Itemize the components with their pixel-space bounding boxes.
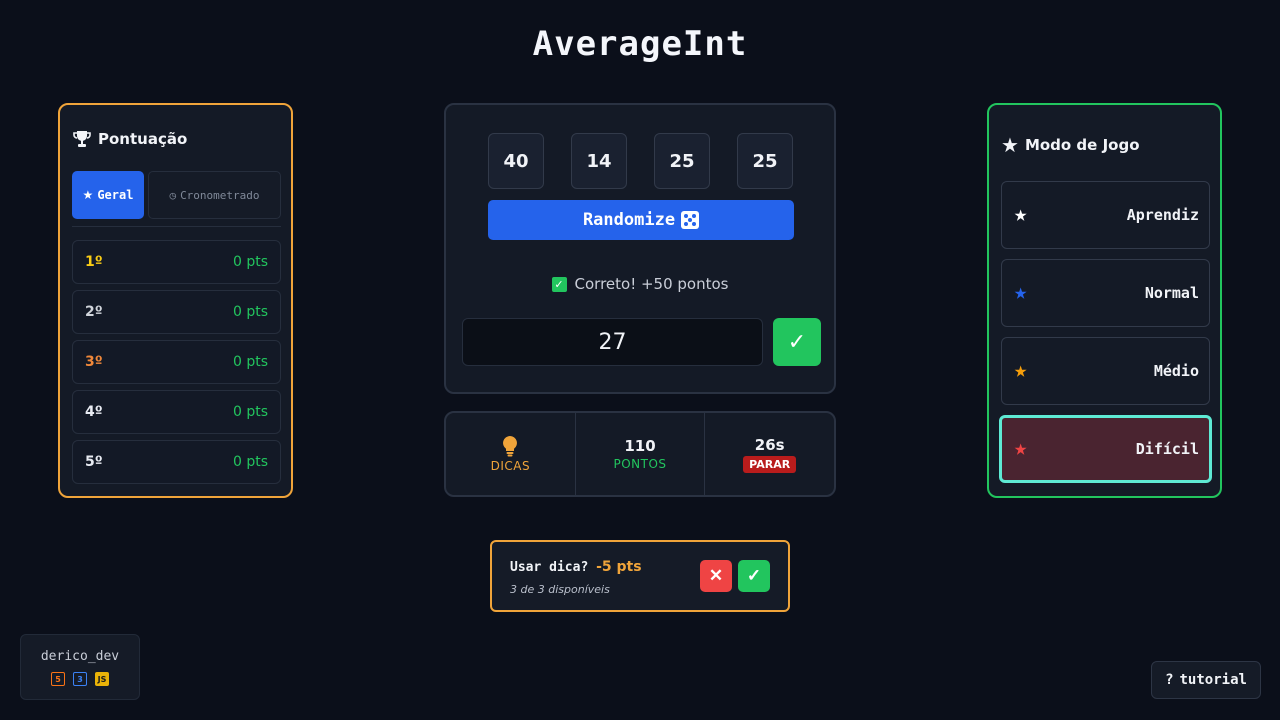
stop-button[interactable]: PARAR [743,455,797,473]
rank-row: 3º 0 pts [72,340,281,384]
mode-list: ★ Aprendiz ★ Normal ★ Médio ★ Difícil [999,181,1212,483]
timer-value: 26s [754,435,785,454]
hints-stat[interactable]: DICAS [446,413,575,495]
feedback-message: ✓ Correto! +50 pontos [446,275,834,293]
number-tile: 40 [488,133,544,189]
points-value: 110 [624,437,656,455]
rank-points: 0 pts [232,404,268,420]
rank-points: 0 pts [232,254,268,270]
mode-dificil[interactable]: ★ Difícil [999,415,1212,483]
trophy-icon [73,131,91,147]
rank-position: 4º [85,404,103,420]
close-icon: ✕ [708,566,724,585]
tab-cronometrado[interactable]: ◷ Cronometrado [148,171,281,219]
stats-panel: DICAS 110 PONTOS 26s PARAR [444,411,836,497]
help-icon: ? [1165,672,1174,688]
dev-badge[interactable]: derico_dev 5 3 JS [20,634,140,700]
rank-points: 0 pts [232,304,268,320]
dice-icon [681,211,700,229]
number-row: 40 14 25 25 [488,133,793,189]
mode-label: Médio [1153,362,1199,380]
points-stat: 110 PONTOS [574,413,705,495]
randomize-button[interactable]: Randomize [488,200,794,240]
star-icon: ★ [1001,133,1019,157]
cancel-hint-button[interactable]: ✕ [700,560,732,592]
mode-label: Normal [1144,284,1199,302]
js-icon: JS [95,672,109,686]
tutorial-button[interactable]: ? tutorial [1151,661,1261,699]
star-icon: ★ [82,188,94,202]
star-icon: ★ [1014,436,1028,461]
rank-position: 1º [85,254,103,270]
rank-position: 5º [85,454,103,470]
mode-heading: Modo de Jogo [1024,136,1140,154]
rank-row: 4º 0 pts [72,390,281,434]
timer-stat: 26s PARAR [704,413,834,495]
check-icon: ✓ [746,566,762,585]
hint-question: Usar dica? -5 pts [510,559,642,575]
lightbulb-icon [503,436,518,457]
number-tile: 14 [571,133,627,189]
hint-cost: -5 pts [596,559,642,575]
tab-geral[interactable]: ★ Geral [72,171,144,219]
hints-label: DICAS [490,459,531,473]
rank-row: 1º 0 pts [72,240,281,284]
mode-medio[interactable]: ★ Médio [1001,337,1210,405]
rank-row: 2º 0 pts [72,290,281,334]
mode-label: Aprendiz [1126,206,1199,224]
score-header: Pontuação [72,129,187,149]
rank-position: 2º [85,304,103,320]
rank-list: 1º 0 pts 2º 0 pts 3º 0 pts 4º 0 pts 5º 0… [72,240,281,484]
score-panel: Pontuação ★ Geral ◷ Cronometrado 1º 0 pt… [58,103,293,498]
clock-icon: ◷ [169,188,177,202]
randomize-label: Randomize [582,210,676,230]
rank-row: 5º 0 pts [72,440,281,484]
hint-popup: Usar dica? -5 pts 3 de 3 disponíveis ✕ ✓ [490,540,790,612]
rank-points: 0 pts [232,454,268,470]
submit-answer-button[interactable]: ✓ [773,318,821,366]
tech-icons: 5 3 JS [21,672,139,686]
dev-name: derico_dev [40,649,120,664]
divider [72,226,281,227]
points-label: PONTOS [613,457,667,471]
answer-input[interactable] [462,318,763,366]
confirm-hint-button[interactable]: ✓ [738,560,770,592]
mode-normal[interactable]: ★ Normal [1001,259,1210,327]
number-tile: 25 [737,133,793,189]
mode-header: ★ Modo de Jogo [1001,135,1140,155]
mode-aprendiz[interactable]: ★ Aprendiz [1001,181,1210,249]
tab-geral-label: Geral [97,188,134,202]
tab-cronometrado-label: Cronometrado [180,188,260,202]
mode-panel: ★ Modo de Jogo ★ Aprendiz ★ Normal ★ Méd… [987,103,1222,498]
star-icon: ★ [1014,280,1028,305]
tutorial-label: tutorial [1179,672,1247,688]
mode-label: Difícil [1135,440,1199,458]
game-panel: 40 14 25 25 Randomize ✓ Correto! +50 pon… [444,103,836,394]
score-heading: Pontuação [98,130,188,148]
css3-icon: 3 [73,672,87,686]
hint-availability: 3 de 3 disponíveis [510,583,610,596]
checkmark-icon: ✓ [551,276,567,292]
feedback-text: Correto! +50 pontos [574,275,729,293]
number-tile: 25 [654,133,710,189]
html5-icon: 5 [51,672,65,686]
hint-question-text: Usar dica? [510,560,589,575]
rank-points: 0 pts [232,354,268,370]
star-icon: ★ [1014,202,1028,227]
star-icon: ★ [1014,358,1028,383]
score-tabs: ★ Geral ◷ Cronometrado [72,171,281,221]
rank-position: 3º [85,354,103,370]
check-icon: ✓ [787,329,807,354]
app-title: AverageInt [532,24,748,64]
